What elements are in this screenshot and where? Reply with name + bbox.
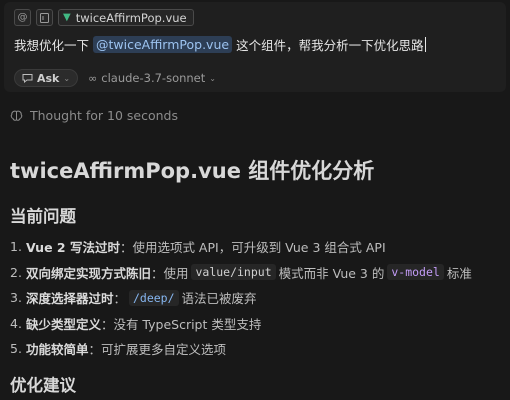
list-item: 2. 双向绑定实现方式陈旧 ：使用 value/input 模式而非 Vue 3… bbox=[10, 264, 472, 281]
mode-selector[interactable]: Ask ⌄ bbox=[14, 69, 79, 87]
list-item: 3. 深度选择器过时 ： /deep/ 语法已被废弃 bbox=[10, 289, 257, 307]
chevron-down-icon: ⌄ bbox=[209, 73, 216, 83]
thought-indicator[interactable]: Thought for 10 seconds bbox=[10, 108, 178, 123]
add-context-button[interactable]: @ bbox=[14, 9, 31, 26]
prompt-text-before: 我想优化一下 bbox=[14, 38, 90, 53]
thought-label: Thought for 10 seconds bbox=[30, 108, 178, 123]
at-icon: @ bbox=[17, 12, 28, 23]
prompt-input[interactable]: 我想优化一下 @twiceAffirmPop.vue 这个组件，帮我分析一下优化… bbox=[14, 35, 426, 54]
response-title: twiceAffirmPop.vue 组件优化分析 bbox=[10, 159, 375, 183]
vue-icon: ▼ bbox=[63, 11, 71, 23]
context-file-name: twiceAffirmPop.vue bbox=[75, 10, 187, 25]
context-file-chip[interactable]: ▼ twiceAffirmPop.vue bbox=[58, 9, 194, 26]
issues-list: 1. Vue 2 写法过时 ：使用选项式 API，可升级到 Vue 3 组合式 … bbox=[10, 234, 472, 362]
composer-toolbar: Ask ⌄ ∞ claude-3.7-sonnet ⌄ bbox=[14, 69, 216, 87]
model-selector[interactable]: ∞ claude-3.7-sonnet ⌄ bbox=[88, 71, 216, 85]
section-heading-suggestions: 优化建议 bbox=[10, 376, 76, 395]
list-item: 5. 功能较简单 ：可扩展更多自定义选项 bbox=[10, 341, 226, 358]
inline-code: v-model bbox=[387, 264, 444, 281]
list-item: 1. Vue 2 写法过时 ：使用选项式 API，可升级到 Vue 3 组合式 … bbox=[10, 239, 386, 256]
chat-bubble-icon bbox=[22, 74, 33, 83]
file-mention[interactable]: @twiceAffirmPop.vue bbox=[93, 36, 233, 53]
infinity-icon: ∞ bbox=[88, 71, 98, 85]
chevron-down-icon: ⌄ bbox=[63, 73, 71, 83]
context-row: @ ▼ twiceAffirmPop.vue bbox=[14, 9, 194, 26]
chat-composer: @ ▼ twiceAffirmPop.vue 我想优化一下 @twiceAffi… bbox=[4, 2, 506, 92]
image-icon bbox=[40, 12, 49, 23]
mode-label: Ask bbox=[37, 71, 60, 85]
add-image-button[interactable] bbox=[36, 9, 53, 26]
text-caret bbox=[424, 37, 426, 52]
model-label: claude-3.7-sonnet bbox=[101, 71, 206, 85]
list-item: 4. 缺少类型定义 ：没有 TypeScript 类型支持 bbox=[10, 315, 262, 332]
brain-icon bbox=[10, 110, 23, 121]
inline-code: /deep/ bbox=[128, 289, 179, 306]
section-heading-issues: 当前问题 bbox=[10, 207, 76, 226]
prompt-text-after: 这个组件，帮我分析一下优化思路 bbox=[236, 38, 424, 53]
inline-code: value/input bbox=[191, 264, 276, 281]
